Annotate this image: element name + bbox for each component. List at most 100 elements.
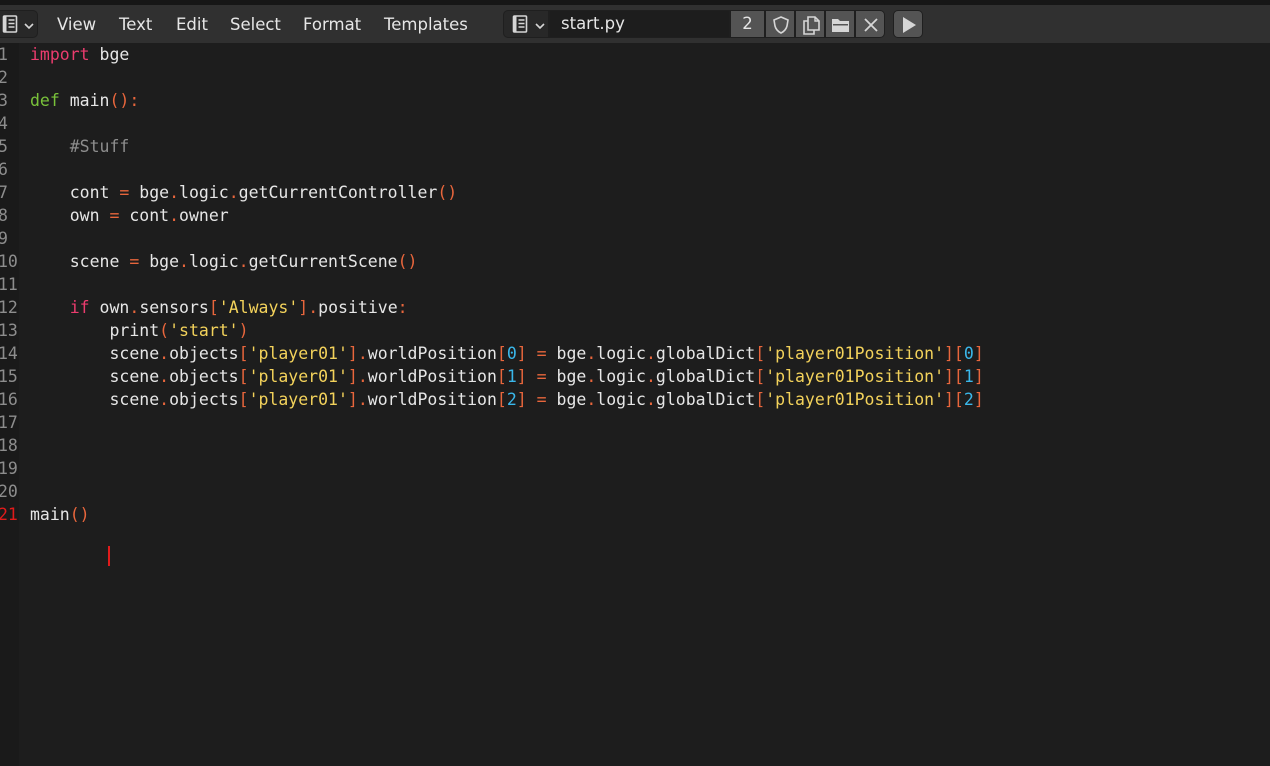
code-line[interactable]: #Stuff bbox=[30, 135, 130, 158]
code-token-punct: [ bbox=[496, 367, 507, 386]
code-token-punct: . bbox=[645, 390, 656, 409]
code-line[interactable]: if own.sensors['Always'].positive: bbox=[30, 296, 408, 319]
menu-view[interactable]: View bbox=[57, 15, 96, 35]
new-text-button[interactable] bbox=[795, 10, 825, 38]
code-line[interactable]: def main(): bbox=[30, 89, 139, 112]
code-token-punct: . bbox=[169, 206, 180, 225]
text-block-browser-button[interactable] bbox=[503, 10, 549, 38]
code-token-string: 'player01' bbox=[248, 390, 348, 409]
code-token-plain: logic bbox=[596, 367, 646, 386]
run-script-button[interactable] bbox=[893, 10, 923, 38]
code-token-plain: cont bbox=[119, 206, 170, 225]
code-token-plain: own bbox=[89, 298, 130, 317]
code-token-number: 2 bbox=[506, 390, 517, 409]
menu-text[interactable]: Text bbox=[119, 15, 152, 35]
code-token-number: 1 bbox=[506, 367, 517, 386]
line-number: 20 bbox=[0, 482, 18, 501]
code-token-punct: . bbox=[586, 344, 597, 363]
line-number: 8 bbox=[0, 206, 8, 225]
code-token-plain: main bbox=[30, 505, 70, 524]
line-number-gutter: 1 2 3 4 5 6 7 8 9 10 11 12 13 14 15 16 17 18 19 20 21 bbox=[0, 43, 19, 766]
code-token-plain: bge bbox=[129, 183, 170, 202]
code-line[interactable]: scene.objects['player01'].worldPosition[… bbox=[30, 365, 984, 388]
code-token-punct: (): bbox=[109, 91, 140, 110]
code-token-punct: . bbox=[238, 252, 249, 271]
code-token-punct: . bbox=[586, 390, 597, 409]
code-token-number: 2 bbox=[963, 390, 974, 409]
chevron-down-icon bbox=[535, 23, 545, 30]
unlink-text-button[interactable] bbox=[855, 10, 885, 38]
line-number: 17 bbox=[0, 413, 18, 432]
code-token-punct: = bbox=[119, 183, 130, 202]
code-token-number: 0 bbox=[506, 344, 517, 363]
code-token-punct: ]. bbox=[298, 298, 319, 317]
code-token-punct: [ bbox=[496, 344, 507, 363]
code-token-punct: ] bbox=[973, 390, 984, 409]
line-number: 15 bbox=[0, 367, 18, 386]
code-token-plain: getCurrentController bbox=[238, 183, 438, 202]
code-line[interactable]: print('start') bbox=[30, 319, 248, 342]
chevron-down-icon bbox=[24, 23, 34, 30]
line-number: 4 bbox=[0, 114, 8, 133]
line-number: 1 bbox=[0, 45, 8, 64]
code-line[interactable]: import bge bbox=[30, 43, 129, 66]
code-token-plain: logic bbox=[596, 344, 646, 363]
code-token-plain: print bbox=[30, 321, 160, 340]
fake-user-button[interactable] bbox=[765, 10, 795, 38]
code-token-punct: () bbox=[437, 183, 458, 202]
line-number: 3 bbox=[0, 91, 8, 110]
editor-type-selector[interactable] bbox=[0, 10, 38, 38]
code-token-plain: cont bbox=[30, 183, 120, 202]
code-token-plain: bge bbox=[139, 252, 180, 271]
code-token-punct: [ bbox=[755, 367, 766, 386]
line-number: 13 bbox=[0, 321, 18, 340]
line-number: 14 bbox=[0, 344, 18, 363]
open-text-button[interactable] bbox=[825, 10, 855, 38]
code-token-punct: [ bbox=[238, 367, 249, 386]
code-token-punct: ] bbox=[973, 344, 984, 363]
code-token-punct: ]. bbox=[347, 390, 368, 409]
code-editor-area[interactable]: import bge def main(): #Stuff cont = bge.… bbox=[19, 43, 1270, 766]
menu-templates[interactable]: Templates bbox=[384, 15, 468, 35]
code-token-punct: . bbox=[129, 298, 140, 317]
code-token-plain: objects bbox=[169, 344, 239, 363]
code-line[interactable]: cont = bge.logic.getCurrentController() bbox=[30, 181, 457, 204]
play-icon bbox=[903, 17, 916, 33]
code-token-keyword: if bbox=[69, 298, 90, 317]
line-number: 12 bbox=[0, 298, 18, 317]
code-token-string: 'player01Position' bbox=[765, 367, 944, 386]
code-token-plain: getCurrentScene bbox=[248, 252, 398, 271]
code-token-punct: ] bbox=[973, 367, 984, 386]
code-token-plain: owner bbox=[179, 206, 229, 225]
code-line[interactable]: scene.objects['player01'].worldPosition[… bbox=[30, 342, 984, 365]
code-line[interactable]: scene.objects['player01'].worldPosition[… bbox=[30, 388, 984, 411]
code-token-punct: . bbox=[159, 390, 170, 409]
code-token-string: 'player01' bbox=[248, 344, 348, 363]
menu-select[interactable]: Select bbox=[230, 15, 281, 35]
user-count-button[interactable]: 2 bbox=[730, 10, 765, 38]
code-token-plain: bge bbox=[546, 344, 587, 363]
line-number: 9 bbox=[0, 229, 8, 248]
text-editor-header: View Text Edit Select Format Templates s… bbox=[0, 5, 1270, 43]
code-token-plain: globalDict bbox=[655, 367, 756, 386]
text-document-icon bbox=[512, 15, 528, 33]
code-line[interactable]: main() bbox=[30, 503, 90, 526]
text-block-name-field[interactable]: start.py bbox=[549, 10, 730, 38]
shield-icon bbox=[773, 16, 789, 34]
code-token-punct: = bbox=[109, 206, 120, 225]
line-number: 18 bbox=[0, 436, 18, 455]
code-token-punct: : bbox=[397, 298, 408, 317]
code-token-punct: [ bbox=[238, 390, 249, 409]
code-token-punct: = bbox=[536, 344, 547, 363]
code-token-punct: ][ bbox=[944, 390, 964, 409]
menu-format[interactable]: Format bbox=[303, 15, 361, 35]
code-line[interactable]: own = cont.owner bbox=[30, 204, 229, 227]
code-token-plain: positive bbox=[318, 298, 398, 317]
code-token-punct: ]. bbox=[347, 367, 368, 386]
menu-edit[interactable]: Edit bbox=[176, 15, 208, 35]
code-line[interactable]: scene = bge.logic.getCurrentScene() bbox=[30, 250, 418, 273]
line-number: 16 bbox=[0, 390, 18, 409]
code-token-plain: sensors bbox=[139, 298, 209, 317]
code-token-punct: () bbox=[69, 505, 90, 524]
